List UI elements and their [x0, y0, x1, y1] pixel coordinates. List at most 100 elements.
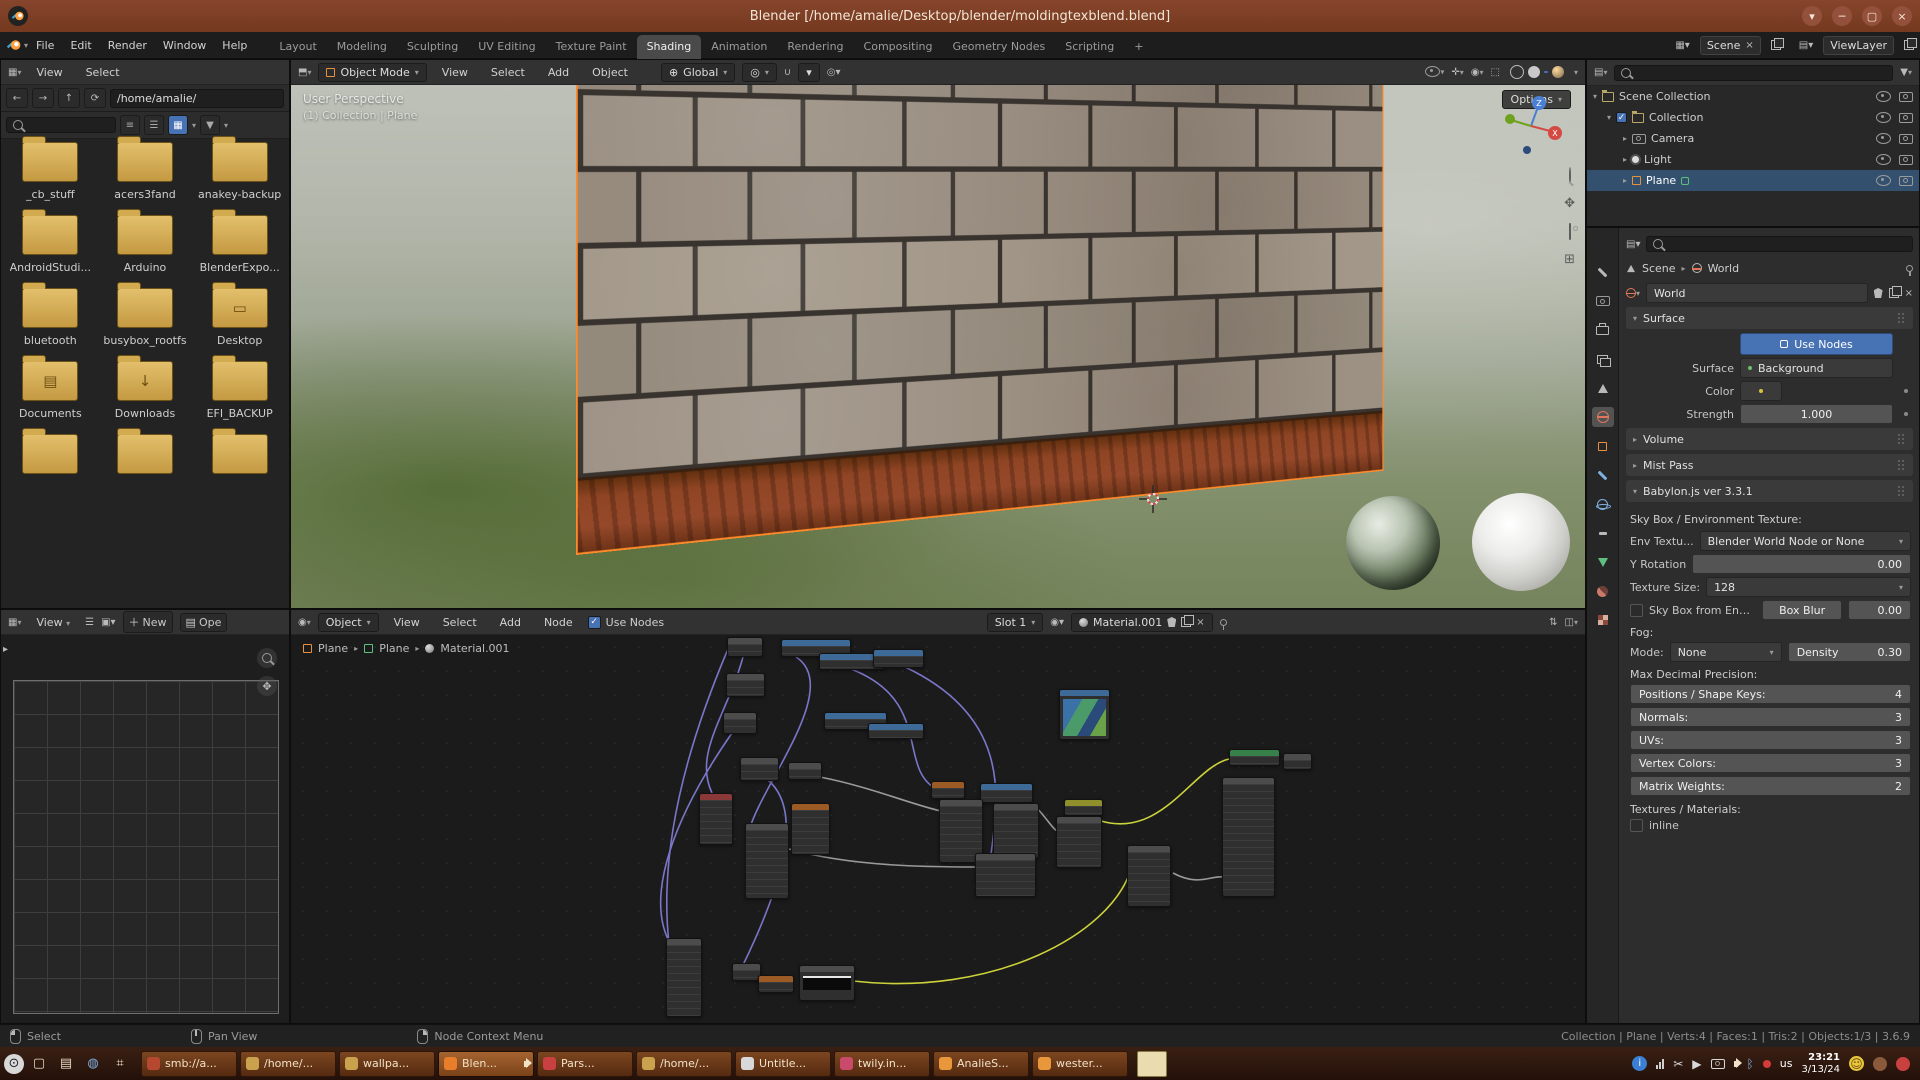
shader-node[interactable] — [1283, 753, 1312, 770]
breadcrumb-object[interactable]: Plane — [318, 642, 348, 655]
display-vertical-list-icon[interactable]: ≡ — [120, 115, 140, 135]
properties-search-input[interactable] — [1646, 236, 1913, 252]
render-visibility-icon[interactable] — [1899, 134, 1913, 144]
file-folder[interactable]: acers3fand — [98, 142, 193, 201]
gizmo-toggle-icon[interactable]: ✛▾ — [1451, 67, 1463, 78]
pivot-point-dropdown[interactable]: ◎▾ — [742, 63, 777, 82]
panel-drag-handle[interactable] — [1897, 433, 1906, 445]
web-browser-icon[interactable]: ◍ — [81, 1052, 105, 1076]
parent-dir-button[interactable]: ↑ — [58, 88, 80, 108]
pan-hand-icon[interactable]: ✥ — [1564, 196, 1575, 211]
duplicate-material-icon[interactable] — [1181, 617, 1191, 627]
viewlayer-selector[interactable]: ViewLayer — [1823, 36, 1894, 55]
mist-panel-header[interactable]: ▸Mist Pass — [1626, 454, 1913, 476]
viewlayer-browse-icon[interactable]: ▤▾ — [1799, 40, 1813, 51]
path-field[interactable]: /home/amalie/ — [110, 89, 284, 108]
shader-node[interactable] — [1056, 816, 1102, 868]
shader-node[interactable] — [1127, 845, 1171, 907]
y-rotation-field[interactable]: 0.00 — [1692, 554, 1911, 574]
use-nodes-button[interactable]: Use Nodes — [1740, 333, 1893, 355]
world-tab-icon[interactable] — [1592, 407, 1614, 427]
workspace-tab-compositing[interactable]: Compositing — [854, 35, 943, 59]
scene-tab-icon[interactable] — [1592, 378, 1614, 398]
scene-unlink-icon[interactable]: × — [1745, 40, 1753, 51]
breadcrumb-mesh[interactable]: Plane — [379, 642, 409, 655]
shader-node[interactable] — [1222, 777, 1275, 897]
shader-node[interactable] — [993, 803, 1039, 859]
world-browse-icon[interactable]: ▾ — [1626, 288, 1640, 299]
editor-type-icon[interactable]: ▦▾ — [8, 67, 21, 78]
keyboard-layout-indicator[interactable]: us — [1780, 1057, 1793, 1070]
shading-rendered-icon[interactable] — [1552, 66, 1564, 78]
taskbar-window-button[interactable]: /home/... — [240, 1051, 336, 1077]
mode-dropdown[interactable]: Object Mode▾ — [318, 63, 426, 82]
outliner-search-input[interactable] — [1614, 65, 1893, 81]
image-open-button[interactable]: ▤ Ope — [180, 613, 228, 632]
workspace-tab-uv-editing[interactable]: UV Editing — [468, 35, 545, 59]
workspace-tab-sculpting[interactable]: Sculpting — [397, 35, 468, 59]
transform-orientation-dropdown[interactable]: ⊕ Global▾ — [661, 63, 735, 82]
modifier-tab-icon[interactable] — [1592, 465, 1614, 485]
window-menu-icon[interactable]: ▾ — [1802, 6, 1822, 26]
display-size-chevron[interactable]: ▾ — [192, 121, 196, 130]
applications-menu-icon[interactable]: ⊙ — [4, 1054, 24, 1074]
panel-plugin-box[interactable] — [1137, 1051, 1167, 1077]
shader-node[interactable] — [666, 938, 702, 1017]
babylon-panel-header[interactable]: ▾Babylon.js ver 3.3.1 — [1626, 480, 1913, 502]
panel-drag-handle[interactable] — [1897, 312, 1906, 324]
workspace-tab-modeling[interactable]: Modeling — [327, 35, 397, 59]
image-view-menu[interactable]: View ▾ — [28, 613, 78, 632]
taskbar-window-button[interactable]: Pars... — [537, 1051, 633, 1077]
clipboard-scissors-icon[interactable]: ✂ — [1673, 1057, 1683, 1071]
material-name-field[interactable]: Material.001 × — [1071, 613, 1213, 632]
filter-chevron[interactable]: ▾ — [224, 121, 228, 130]
taskbar-window-button[interactable]: Blen... — [438, 1051, 534, 1077]
shader-node[interactable] — [1059, 689, 1110, 740]
zoom-icon[interactable] — [1569, 168, 1571, 183]
viewport-view-menu[interactable]: View — [434, 63, 476, 82]
shader-add-menu[interactable]: Add — [492, 613, 529, 632]
workspace-tab-texture-paint[interactable]: Texture Paint — [546, 35, 637, 59]
image-new-button[interactable]: ＋ New — [123, 611, 173, 633]
duplicate-world-icon[interactable] — [1889, 288, 1899, 298]
region-toggle-icon[interactable]: ▸ — [3, 644, 8, 655]
zoom-tool-icon[interactable] — [257, 648, 277, 668]
shader-node[interactable] — [740, 757, 779, 781]
outliner-row-camera[interactable]: ▸ Camera — [1587, 128, 1919, 149]
box-blur-button[interactable]: Box Blur — [1762, 600, 1842, 620]
proportional-edit-icon[interactable]: ◎▾ — [827, 67, 841, 78]
shader-node[interactable] — [1064, 799, 1103, 816]
taskbar-window-button[interactable]: twily.in... — [834, 1051, 930, 1077]
file-folder[interactable]: bluetooth — [3, 288, 98, 347]
editor-type-icon[interactable]: ◉▾ — [298, 617, 311, 628]
breadcrumb-world[interactable]: World — [1708, 262, 1740, 275]
file-search-input[interactable] — [6, 117, 116, 133]
bluetooth-icon[interactable]: ᛒ — [1747, 1057, 1754, 1071]
image-editor-canvas[interactable] — [13, 680, 279, 1014]
screenshot-icon[interactable] — [1711, 1059, 1725, 1069]
shader-node[interactable] — [791, 803, 830, 855]
shader-node[interactable] — [727, 637, 763, 657]
use-nodes-checkbox[interactable]: ✓Use Nodes — [588, 616, 665, 629]
scene-browse-icon[interactable]: ▦▾ — [1675, 40, 1689, 51]
texture-tab-icon[interactable] — [1592, 610, 1614, 630]
file-folder[interactable]: ▭Desktop — [192, 288, 287, 347]
scene-new-icon[interactable] — [1771, 40, 1781, 50]
file-folder[interactable]: _cb_stuff — [3, 142, 98, 201]
taskbar-window-button[interactable]: AnalieS... — [933, 1051, 1029, 1077]
outliner-row-plane[interactable]: ▸ Plane — [1587, 170, 1919, 191]
object-tab-icon[interactable] — [1592, 436, 1614, 456]
menu-render[interactable]: Render — [100, 36, 155, 55]
snap-node-icon[interactable]: ⇅ — [1549, 617, 1557, 628]
workspace-tab--[interactable]: + — [1124, 35, 1153, 59]
shader-node-menu[interactable]: Node — [536, 613, 581, 632]
render-visibility-icon[interactable] — [1899, 176, 1913, 186]
workspace-tab-geometry-nodes[interactable]: Geometry Nodes — [942, 35, 1055, 59]
scene-selector[interactable]: Scene × — [1700, 36, 1761, 55]
file-folder[interactable]: Arduino — [98, 215, 193, 274]
physics-tab-icon[interactable] — [1592, 494, 1614, 514]
node-canvas[interactable] — [291, 635, 1585, 1023]
selected-plane-object[interactable] — [576, 59, 1383, 555]
editor-type-icon[interactable]: ⬒▾ — [298, 67, 311, 78]
volume-icon[interactable] — [1734, 1061, 1738, 1067]
